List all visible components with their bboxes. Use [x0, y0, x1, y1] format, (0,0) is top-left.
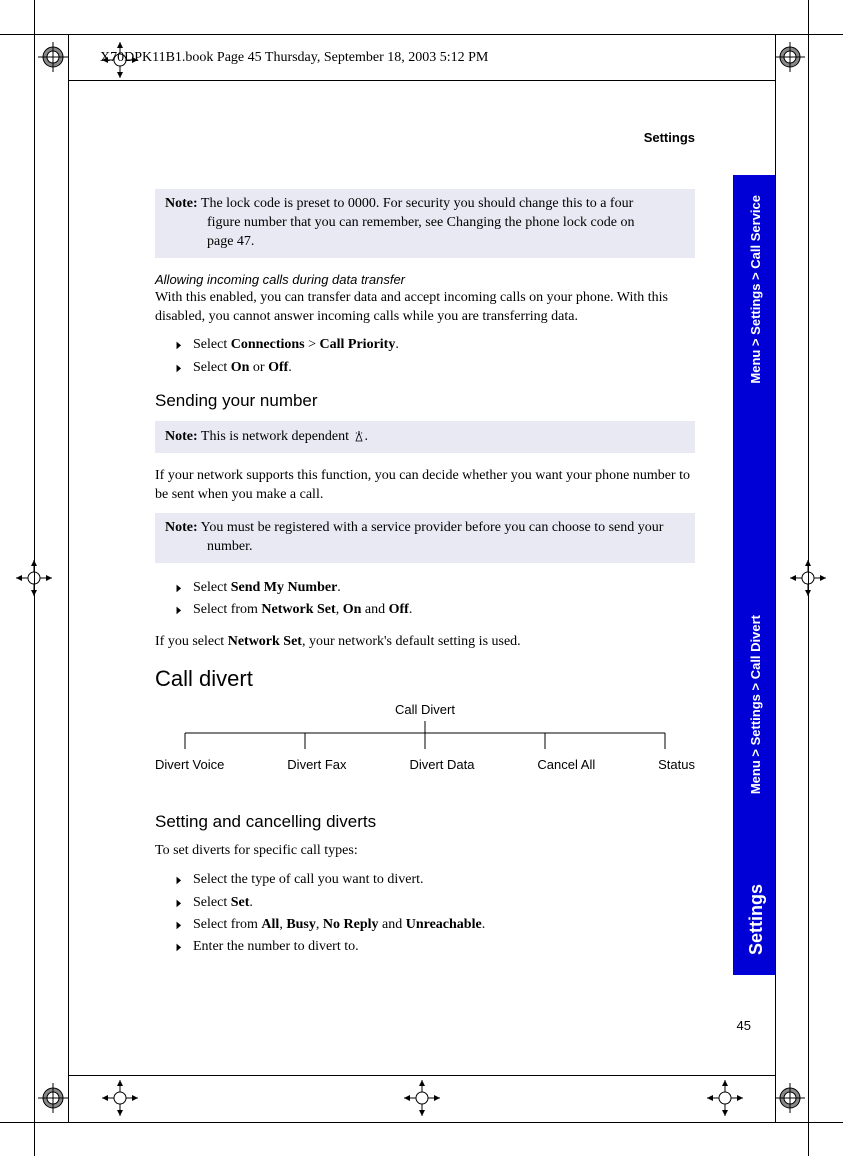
- body-paragraph: If your network supports this function, …: [155, 467, 695, 505]
- instruction-list: Select Connections > Call Priority. Sele…: [155, 334, 695, 379]
- note-label: Note:: [165, 520, 198, 535]
- crosshair-icon: [14, 558, 54, 598]
- registration-mark-icon: [775, 1083, 805, 1113]
- note-text: figure number that you can remember, see…: [165, 214, 685, 233]
- page-number: 45: [737, 1018, 751, 1033]
- registration-mark-icon: [775, 42, 805, 72]
- crop-line-left-inner: [68, 34, 69, 1122]
- diagram-item: Divert Data: [409, 757, 474, 772]
- note-text: You must be registered with a service pr…: [198, 520, 664, 535]
- note-lock-code: Note: The lock code is preset to 0000. F…: [155, 189, 695, 258]
- note-text: page 47.: [165, 233, 685, 252]
- diagram-item: Status: [658, 757, 695, 772]
- note-label: Note:: [165, 429, 198, 444]
- subheading-allowing-calls: Allowing incoming calls during data tran…: [155, 272, 695, 287]
- page-content: Settings Note: The lock code is preset t…: [155, 130, 695, 971]
- instruction-list: Select Send My Number. Select from Netwo…: [155, 577, 695, 622]
- diagram-labels: Divert Voice Divert Fax Divert Data Canc…: [155, 757, 695, 772]
- note-network-dependent: Note: This is network dependent .: [155, 421, 695, 453]
- body-paragraph: With this enabled, you can transfer data…: [155, 289, 695, 327]
- note-text: number.: [165, 538, 685, 557]
- side-tab: Menu > Settings > Call Service Menu > Se…: [733, 175, 775, 975]
- body-paragraph: If you select Network Set, your network'…: [155, 633, 695, 652]
- diagram-item: Divert Fax: [287, 757, 346, 772]
- registration-mark-icon: [38, 1083, 68, 1113]
- side-tab-section-label: Settings: [746, 884, 767, 955]
- diagram-item: Divert Voice: [155, 757, 224, 772]
- instruction-list: Select the type of call you want to dive…: [155, 869, 695, 959]
- registration-mark-icon: [38, 42, 68, 72]
- note-label: Note:: [165, 196, 198, 211]
- crop-line-bottom-inner: [68, 1075, 775, 1076]
- crop-line-bottom-outer: [0, 1122, 843, 1123]
- crop-line-right-inner: [775, 34, 776, 1122]
- list-item: Select Set.: [175, 892, 695, 914]
- note-service-provider: Note: You must be registered with a serv…: [155, 513, 695, 563]
- list-item: Select the type of call you want to dive…: [175, 869, 695, 891]
- crosshair-icon: [788, 558, 828, 598]
- crop-line-top-inner: [68, 80, 775, 81]
- crosshair-icon: [402, 1078, 442, 1118]
- crosshair-icon: [100, 1078, 140, 1118]
- breadcrumb-call-service: Menu > Settings > Call Service: [748, 195, 763, 384]
- body-paragraph: To set diverts for specific call types:: [155, 842, 695, 861]
- list-item: Select On or Off.: [175, 357, 695, 379]
- heading-sending-number: Sending your number: [155, 391, 695, 411]
- crosshair-icon: [705, 1078, 745, 1118]
- running-header: Settings: [155, 130, 695, 145]
- diagram-lines-icon: [155, 721, 695, 753]
- note-text: This is network dependent: [198, 429, 353, 444]
- list-item: Select Send My Number.: [175, 577, 695, 599]
- call-divert-diagram: Call Divert Divert Voice Divert Fax Dive…: [155, 702, 695, 782]
- list-item: Select from All, Busy, No Reply and Unre…: [175, 914, 695, 936]
- note-text: The lock code is preset to 0000. For sec…: [198, 196, 634, 211]
- diagram-item: Cancel All: [537, 757, 595, 772]
- crop-header-text: X70DPK11B1.book Page 45 Thursday, Septem…: [100, 50, 488, 66]
- breadcrumb-call-divert: Menu > Settings > Call Divert: [748, 615, 763, 794]
- diagram-title: Call Divert: [155, 702, 695, 717]
- crop-line-top-outer: [0, 34, 843, 35]
- list-item: Enter the number to divert to.: [175, 936, 695, 958]
- heading-setting-diverts: Setting and cancelling diverts: [155, 812, 695, 832]
- list-item: Select from Network Set, On and Off.: [175, 599, 695, 621]
- antenna-icon: [353, 427, 365, 445]
- heading-call-divert: Call divert: [155, 666, 695, 692]
- list-item: Select Connections > Call Priority.: [175, 334, 695, 356]
